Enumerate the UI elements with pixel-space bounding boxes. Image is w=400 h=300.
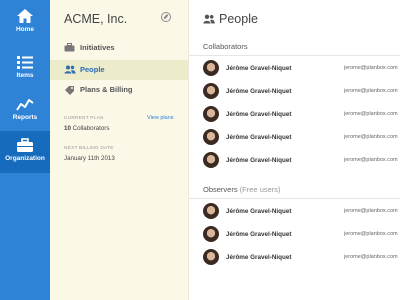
nav-label-reports: Reports bbox=[12, 114, 38, 121]
people-icon bbox=[64, 65, 76, 74]
menu-item-people[interactable]: People bbox=[50, 60, 188, 80]
menu-label-initiatives: Initiatives bbox=[80, 43, 115, 52]
briefcase-icon bbox=[64, 43, 75, 52]
person-name: Jérôme Gravel-Niquet bbox=[226, 88, 292, 95]
home-icon bbox=[17, 9, 33, 23]
collaborator-row[interactable]: Jérôme Gravel-Niquet jerome@planbox.com bbox=[189, 103, 400, 126]
observers-note: (Free users) bbox=[239, 185, 281, 194]
chart-icon bbox=[16, 99, 34, 111]
observer-row[interactable]: Jérôme Gravel-Niquet jerome@planbox.com bbox=[189, 223, 400, 246]
nav-item-items[interactable]: Items bbox=[0, 55, 50, 97]
avatar bbox=[203, 226, 219, 242]
avatar bbox=[203, 249, 219, 265]
avatar bbox=[203, 152, 219, 168]
person-name: Jérôme Gravel-Niquet bbox=[226, 65, 292, 72]
org-name: ACME, Inc. bbox=[64, 12, 128, 26]
observer-row[interactable]: Jérôme Gravel-Niquet jerome@planbox.com bbox=[189, 246, 400, 269]
menu-label-plans-billing: Plans & Billing bbox=[80, 85, 133, 94]
person-email: jerome@planbox.com bbox=[344, 208, 398, 214]
view-plans-link[interactable]: View plans bbox=[147, 115, 174, 121]
menu-item-plans-billing[interactable]: Plans & Billing bbox=[50, 80, 188, 100]
person-name: Jérôme Gravel-Niquet bbox=[226, 157, 292, 164]
collaborator-row[interactable]: Jérôme Gravel-Niquet jerome@planbox.com bbox=[189, 57, 400, 80]
person-email: jerome@planbox.com bbox=[344, 134, 398, 140]
person-email: jerome@planbox.com bbox=[344, 111, 398, 117]
tag-icon bbox=[65, 86, 74, 95]
person-name: Jérôme Gravel-Niquet bbox=[226, 254, 292, 261]
collaborator-row[interactable]: Jérôme Gravel-Niquet jerome@planbox.com bbox=[189, 80, 400, 103]
nav-item-home[interactable]: Home bbox=[0, 8, 50, 50]
avatar bbox=[203, 106, 219, 122]
observers-heading: Observers (Free users) bbox=[203, 185, 281, 194]
collaborators-heading: Collaborators bbox=[203, 42, 248, 51]
org-panel: ACME, Inc. Initiatives People Plans & Bi… bbox=[50, 0, 189, 300]
current-plan-label: Current Plan bbox=[64, 116, 104, 121]
avatar bbox=[203, 129, 219, 145]
person-name: Jérôme Gravel-Niquet bbox=[226, 208, 292, 215]
briefcase-icon bbox=[17, 138, 33, 152]
divider bbox=[189, 55, 400, 56]
person-email: jerome@planbox.com bbox=[344, 231, 398, 237]
divider bbox=[189, 198, 400, 199]
avatar bbox=[203, 203, 219, 219]
menu-label-people: People bbox=[80, 65, 105, 74]
person-email: jerome@planbox.com bbox=[344, 254, 398, 260]
next-billing-label: Next Billing Date bbox=[64, 146, 114, 151]
plan-count: 10 bbox=[64, 125, 71, 132]
person-email: jerome@planbox.com bbox=[344, 65, 398, 71]
nav-item-organization[interactable]: Organization bbox=[0, 131, 50, 173]
person-name: Jérôme Gravel-Niquet bbox=[226, 111, 292, 118]
person-email: jerome@planbox.com bbox=[344, 88, 398, 94]
nav-label-home: Home bbox=[15, 26, 35, 33]
person-email: jerome@planbox.com bbox=[344, 157, 398, 163]
nav-rail: Home Items Reports Organization bbox=[0, 0, 50, 300]
menu-item-initiatives[interactable]: Initiatives bbox=[50, 38, 188, 58]
compass-icon[interactable] bbox=[161, 12, 171, 22]
avatar bbox=[203, 83, 219, 99]
person-name: Jérôme Gravel-Niquet bbox=[226, 134, 292, 141]
observer-row[interactable]: Jérôme Gravel-Niquet jerome@planbox.com bbox=[189, 200, 400, 223]
people-icon bbox=[203, 14, 215, 24]
observers-heading-label: Observers bbox=[203, 185, 238, 194]
nav-label-items: Items bbox=[16, 72, 34, 79]
list-icon bbox=[17, 56, 33, 69]
nav-label-organization: Organization bbox=[5, 155, 45, 162]
collaborator-row[interactable]: Jérôme Gravel-Niquet jerome@planbox.com bbox=[189, 126, 400, 149]
collaborator-row[interactable]: Jérôme Gravel-Niquet jerome@planbox.com bbox=[189, 149, 400, 172]
main-content: People Collaborators Jérôme Gravel-Nique… bbox=[189, 0, 400, 300]
next-billing-date: January 11th 2013 bbox=[64, 155, 115, 162]
avatar bbox=[203, 60, 219, 76]
plan-collaborators: 10 Collaborators bbox=[64, 125, 109, 132]
page-title: People bbox=[219, 12, 258, 26]
person-name: Jérôme Gravel-Niquet bbox=[226, 231, 292, 238]
plan-count-suffix: Collaborators bbox=[72, 125, 110, 132]
